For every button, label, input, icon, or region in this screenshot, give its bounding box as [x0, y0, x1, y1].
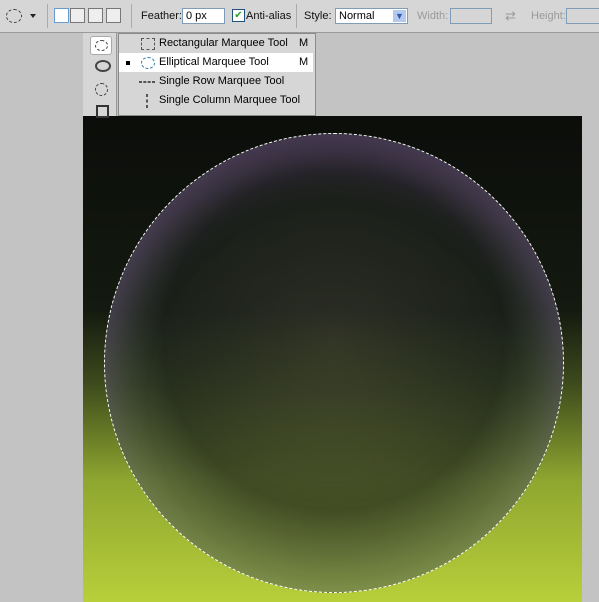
elliptical-marquee-icon [95, 40, 108, 51]
menu-item-rectangular-marquee[interactable]: Rectangular Marquee Tool M [119, 34, 313, 53]
divider [131, 4, 132, 28]
marquee-tool-flyout: Rectangular Marquee Tool M Elliptical Mar… [118, 33, 316, 116]
shortcut-key: M [299, 37, 309, 49]
tools-panel [83, 33, 117, 118]
options-bar: Feather: 0 px ✔ Anti-alias Style: Normal… [0, 0, 599, 33]
quick-selection-icon[interactable] [95, 83, 108, 96]
style-select[interactable]: Normal ▼ [335, 8, 408, 24]
menu-item-single-column-marquee[interactable]: Single Column Marquee Tool [119, 91, 313, 110]
add-to-selection-button[interactable] [70, 8, 85, 23]
subtract-from-selection-button[interactable] [88, 8, 103, 23]
rectangular-marquee-icon [141, 38, 155, 50]
single-column-marquee-icon [146, 94, 148, 108]
feather-label: Feather: [141, 10, 182, 22]
elliptical-selection [104, 133, 564, 593]
feather-input[interactable]: 0 px [182, 8, 225, 24]
antialias-checkbox[interactable]: ✔ [232, 9, 245, 22]
height-input[interactable] [566, 8, 599, 24]
menu-item-label: Rectangular Marquee Tool [159, 37, 288, 49]
crop-icon[interactable] [96, 105, 109, 118]
marquee-tool-button[interactable] [90, 36, 112, 55]
elliptical-marquee-icon [141, 57, 155, 69]
menu-item-single-row-marquee[interactable]: Single Row Marquee Tool [119, 72, 313, 91]
menu-item-label: Single Row Marquee Tool [159, 75, 285, 87]
lasso-icon[interactable] [95, 60, 111, 72]
divider [296, 4, 297, 28]
menu-item-label: Elliptical Marquee Tool [159, 56, 269, 68]
menu-item-elliptical-marquee[interactable]: Elliptical Marquee Tool M [119, 53, 313, 72]
height-label: Height: [531, 10, 566, 22]
new-selection-button[interactable] [54, 8, 69, 23]
style-label: Style: [304, 10, 332, 22]
swap-icon[interactable]: ⇄ [505, 8, 516, 24]
style-value: Normal [339, 10, 375, 22]
width-label: Width: [417, 10, 449, 22]
document-canvas[interactable] [83, 116, 582, 602]
chevron-down-icon: ▼ [393, 10, 406, 22]
tool-preset-picker[interactable] [6, 9, 22, 23]
shortcut-key: M [299, 56, 309, 68]
single-row-marquee-icon [139, 81, 155, 83]
selected-bullet-icon [126, 61, 130, 65]
intersect-selection-button[interactable] [106, 8, 121, 23]
antialias-label: Anti-alias [246, 10, 292, 22]
chevron-down-icon[interactable] [30, 14, 36, 21]
divider [47, 4, 48, 28]
menu-item-label: Single Column Marquee Tool [159, 94, 301, 106]
width-input[interactable] [450, 8, 492, 24]
